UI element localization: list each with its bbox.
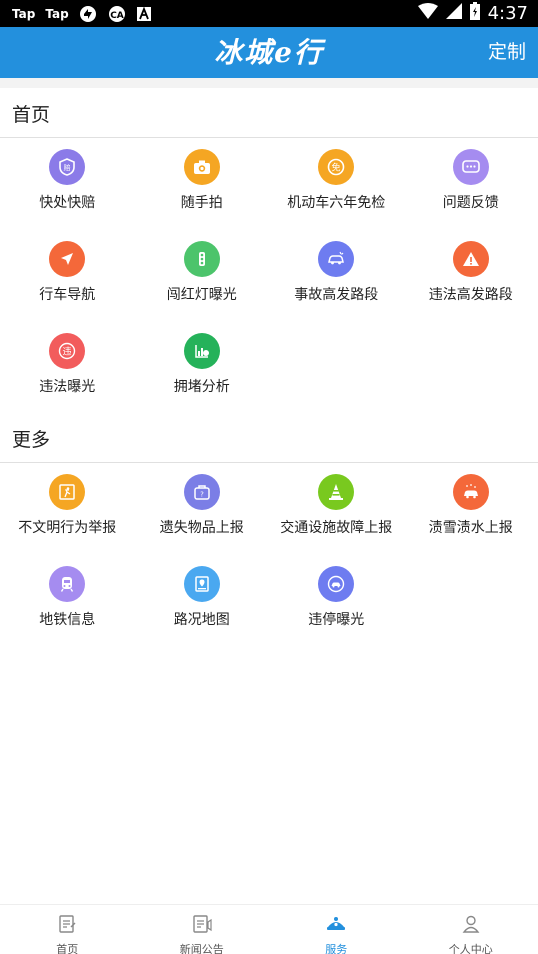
service-illegal-parking[interactable]: 违停曝光 bbox=[269, 556, 404, 648]
service-label: 违法高发路段 bbox=[428, 287, 513, 303]
service-label: 闯红灯曝光 bbox=[166, 287, 237, 303]
nav-home[interactable]: 首页 bbox=[0, 905, 135, 954]
navigation-icon bbox=[49, 241, 86, 277]
svg-text:赔: 赔 bbox=[64, 163, 71, 172]
service-label: 渍雪渍水上报 bbox=[428, 520, 513, 536]
bottom-nav: 首页 新闻公告 服务 个人中心 bbox=[0, 904, 538, 954]
section-header-home: 首页 bbox=[0, 88, 538, 138]
tap-badge-1: Tap bbox=[12, 6, 36, 21]
home-services-grid: 赔 快处快赔 随手拍 免 机动车六年免检 问题反馈 行车导航 闯红灯曝光 事故高… bbox=[0, 139, 538, 415]
nav-label: 首页 bbox=[56, 943, 79, 954]
app-title: 冰城e行 bbox=[214, 36, 324, 69]
service-label: 随手拍 bbox=[180, 195, 223, 211]
a-icon bbox=[136, 6, 151, 21]
service-uncivil-report[interactable]: 不文明行为举报 bbox=[0, 464, 135, 556]
map-icon bbox=[183, 566, 220, 602]
shield-icon: 赔 bbox=[49, 149, 86, 185]
clock: 4:37 bbox=[487, 3, 528, 24]
service-label: 不文明行为举报 bbox=[18, 520, 117, 536]
camera-icon bbox=[183, 149, 220, 185]
section-header-more: 更多 bbox=[0, 413, 538, 463]
service-six-year-exempt[interactable]: 免 机动车六年免检 bbox=[269, 139, 404, 231]
nav-service[interactable]: 服务 bbox=[269, 905, 404, 954]
service-feedback[interactable]: 问题反馈 bbox=[404, 139, 538, 231]
lost-item-icon: ? bbox=[183, 474, 220, 510]
report-icon bbox=[49, 474, 86, 510]
service-label: 事故高发路段 bbox=[294, 287, 379, 303]
chart-icon bbox=[183, 333, 220, 369]
service-label: 地铁信息 bbox=[39, 612, 96, 628]
customize-button[interactable]: 定制 bbox=[488, 27, 526, 78]
car-crash-icon bbox=[318, 241, 355, 277]
news-icon bbox=[191, 913, 213, 939]
svg-text:违: 违 bbox=[63, 347, 72, 358]
service-violation-exposure[interactable]: 违 违法曝光 bbox=[0, 323, 135, 415]
ca-icon: CA bbox=[107, 5, 127, 23]
service-facility-fault[interactable]: 交通设施故障上报 bbox=[269, 464, 404, 556]
warning-icon bbox=[452, 241, 489, 277]
service-label: 拥堵分析 bbox=[173, 379, 230, 395]
chat-icon bbox=[452, 149, 489, 185]
nav-label: 个人中心 bbox=[448, 943, 493, 954]
signal-icon bbox=[445, 3, 462, 24]
more-services-grid: 不文明行为举报 ? 遗失物品上报 交通设施故障上报 渍雪渍水上报 地铁信息 路况… bbox=[0, 464, 538, 648]
traffic-light-icon bbox=[183, 241, 220, 277]
nav-label: 新闻公告 bbox=[179, 943, 224, 954]
status-bar: Tap Tap CA 4:37 bbox=[0, 0, 538, 27]
service-congestion-analysis[interactable]: 拥堵分析 bbox=[135, 323, 270, 415]
service-violation-roads[interactable]: 违法高发路段 bbox=[404, 231, 538, 323]
app-bar: 冰城e行 定制 bbox=[0, 27, 538, 78]
nav-profile[interactable]: 个人中心 bbox=[404, 905, 538, 954]
service-label: 违法曝光 bbox=[39, 379, 96, 395]
parking-icon bbox=[318, 566, 355, 602]
service-metro-info[interactable]: 地铁信息 bbox=[0, 556, 135, 648]
snow-car-icon bbox=[452, 474, 489, 510]
violation-icon: 违 bbox=[49, 333, 86, 369]
svg-text:CA: CA bbox=[110, 11, 124, 21]
service-snap-photo[interactable]: 随手拍 bbox=[135, 139, 270, 231]
nav-label: 服务 bbox=[325, 943, 348, 954]
app-screen: Tap Tap CA 4:37 冰城e行 定制 首页 赔 快处快赔 随手拍 免 … bbox=[0, 0, 538, 954]
metro-icon bbox=[49, 566, 86, 602]
nav-news[interactable]: 新闻公告 bbox=[135, 905, 270, 954]
tap-badge-2: Tap bbox=[45, 6, 69, 21]
section-title: 首页 bbox=[12, 104, 51, 126]
person-icon bbox=[460, 913, 482, 939]
sync-icon bbox=[79, 5, 97, 23]
service-traffic-map[interactable]: 路况地图 bbox=[135, 556, 270, 648]
svg-text:?: ? bbox=[200, 491, 204, 499]
service-lost-items[interactable]: ? 遗失物品上报 bbox=[135, 464, 270, 556]
home-doc-icon bbox=[56, 913, 78, 939]
divider-strip bbox=[0, 78, 538, 88]
service-label: 行车导航 bbox=[39, 287, 96, 303]
service-snow-water-report[interactable]: 渍雪渍水上报 bbox=[404, 464, 538, 556]
service-label: 交通设施故障上报 bbox=[280, 520, 393, 536]
section-title: 更多 bbox=[12, 429, 51, 451]
wifi-icon bbox=[417, 3, 438, 24]
service-label: 机动车六年免检 bbox=[287, 195, 386, 211]
traffic-cone-icon bbox=[318, 474, 355, 510]
service-quick-claim[interactable]: 赔 快处快赔 bbox=[0, 139, 135, 231]
battery-icon bbox=[469, 2, 480, 25]
service-icon bbox=[325, 913, 347, 939]
service-label: 违停曝光 bbox=[308, 612, 365, 628]
service-label: 路况地图 bbox=[173, 612, 230, 628]
service-red-light[interactable]: 闯红灯曝光 bbox=[135, 231, 270, 323]
service-label: 遗失物品上报 bbox=[159, 520, 244, 536]
svg-text:免: 免 bbox=[332, 162, 341, 174]
service-navigation[interactable]: 行车导航 bbox=[0, 231, 135, 323]
service-label: 快处快赔 bbox=[39, 195, 96, 211]
service-label: 问题反馈 bbox=[442, 195, 499, 211]
service-accident-roads[interactable]: 事故高发路段 bbox=[269, 231, 404, 323]
exempt-icon: 免 bbox=[318, 149, 355, 185]
